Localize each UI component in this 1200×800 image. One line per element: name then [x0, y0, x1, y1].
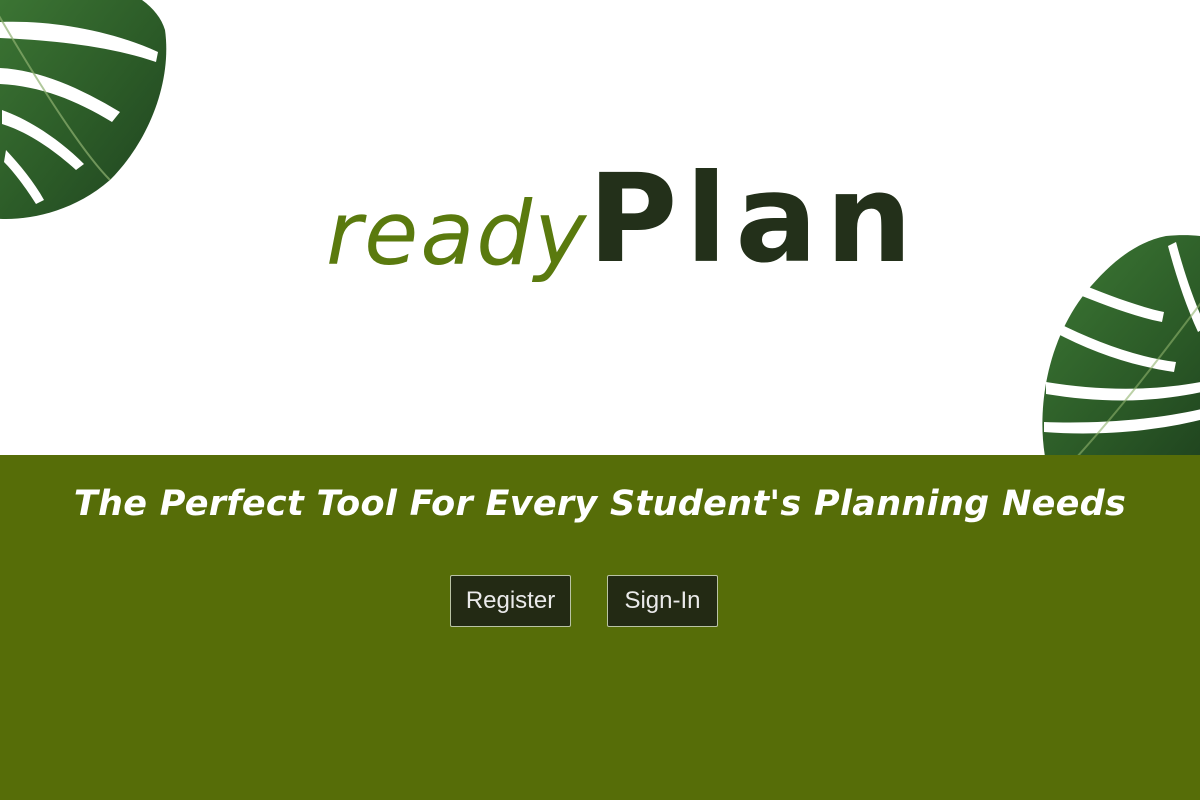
monstera-leaf-icon	[1042, 235, 1200, 455]
monstera-leaf-icon	[0, 0, 167, 220]
logo-plan-text: Plan	[588, 148, 921, 290]
landing-page: ready Plan The Perfect Tool For Every St…	[0, 0, 1200, 800]
logo: ready Plan	[326, 148, 912, 298]
hero-section: ready Plan	[0, 0, 1200, 455]
register-button[interactable]: Register	[450, 575, 571, 627]
tagline: The Perfect Tool For Every Student's Pla…	[73, 484, 1127, 524]
logo-ready-text: ready	[326, 182, 589, 285]
sign-in-button[interactable]: Sign-In	[607, 575, 718, 627]
